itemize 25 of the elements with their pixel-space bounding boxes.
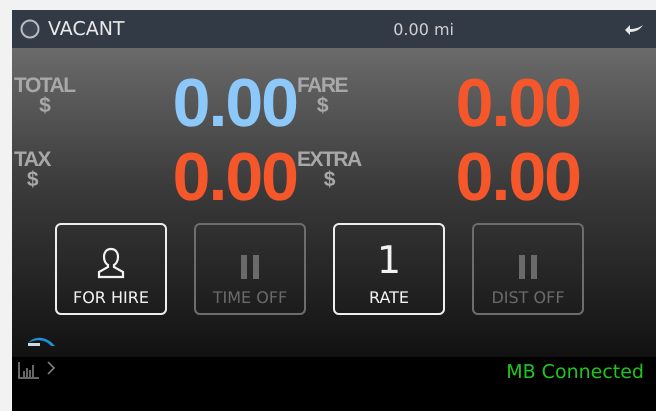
currency-symbol: $ bbox=[26, 170, 38, 190]
logo-icon bbox=[26, 335, 56, 347]
amount-label: TOTAL bbox=[14, 76, 75, 96]
status-circle-icon bbox=[20, 19, 40, 39]
amount-value: 0.00 bbox=[172, 70, 297, 136]
pause-icon bbox=[517, 254, 539, 280]
meter-button[interactable]: FOR HIRE bbox=[55, 223, 167, 315]
amount-label: TAX bbox=[14, 150, 50, 170]
rate-number: 1 bbox=[376, 240, 402, 280]
status-text: VACANT bbox=[48, 18, 125, 40]
connection-status: MB Connected bbox=[506, 361, 644, 383]
meter-button[interactable]: 1 RATE bbox=[333, 223, 445, 315]
currency-symbol: $ bbox=[324, 170, 334, 190]
distance-text: 0.00 mi bbox=[393, 20, 454, 38]
amount-label: EXTRA bbox=[297, 150, 361, 170]
back-arrow-icon[interactable] bbox=[624, 23, 644, 35]
signal-bars-icon[interactable] bbox=[18, 361, 40, 379]
currency-symbol: $ bbox=[316, 96, 328, 116]
currency-symbol: $ bbox=[39, 96, 50, 116]
amount-value: 0.00 bbox=[456, 70, 580, 136]
amount-value: 0.00 bbox=[172, 144, 297, 210]
pause-icon bbox=[239, 254, 261, 280]
amount-label: FARE bbox=[297, 76, 348, 96]
chevron-right-icon[interactable] bbox=[46, 361, 56, 375]
amount-value: 0.00 bbox=[456, 144, 580, 210]
